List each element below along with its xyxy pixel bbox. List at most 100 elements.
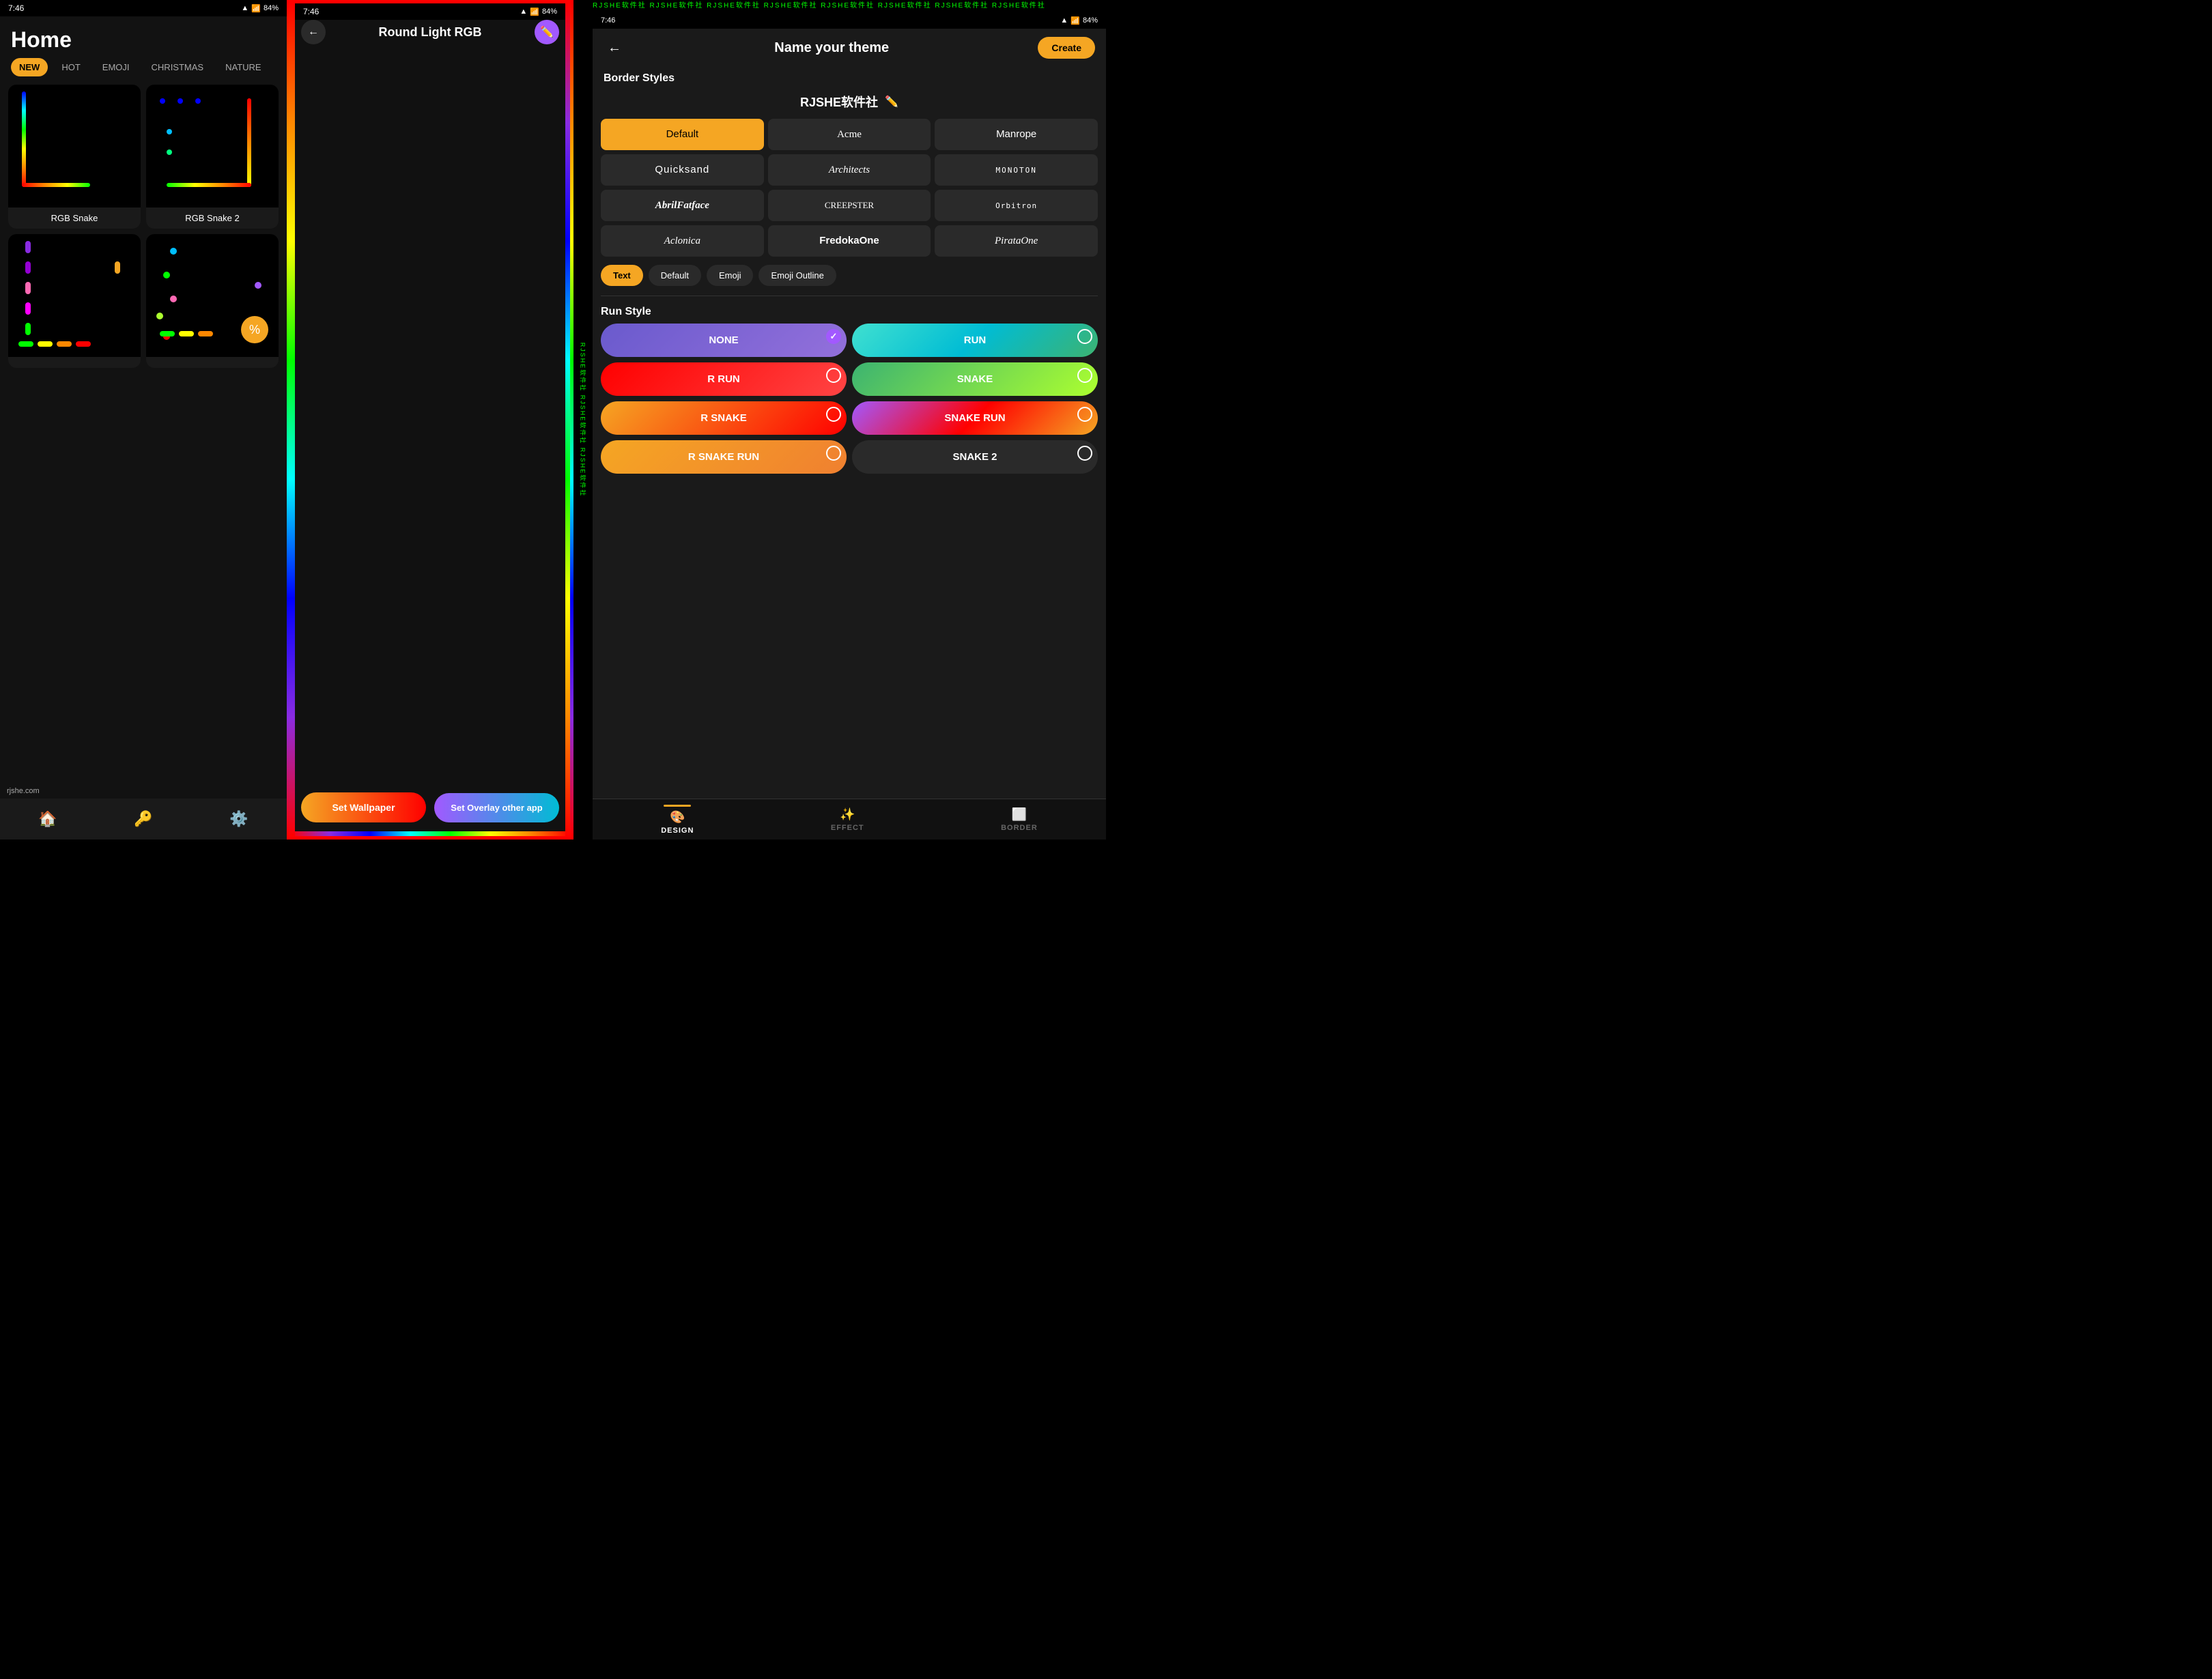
run-btn-rrun-label: R RUN [707,373,740,385]
font-monoton[interactable]: MONOTON [935,154,1098,186]
home-status-icons: ▲ 📶 84% [241,4,279,13]
card-4[interactable]: % [146,234,279,368]
tab-christmas[interactable]: CHRISTMAS [143,58,212,76]
tab-new[interactable]: NEW [11,58,48,76]
font-architects[interactable]: Architects [768,154,931,186]
font-abril[interactable]: AbrilFatface [601,190,764,221]
fab-icon: % [249,323,260,337]
snake-line-bottom [22,183,90,187]
preview-back-button[interactable]: ← [301,20,326,44]
font-quicksand-label: Quicksand [655,164,709,175]
font-manrope[interactable]: Manrope [935,119,1098,150]
border-styles-label: Border Styles [593,67,1106,87]
card-rgb-snake[interactable]: RGB Snake [8,85,141,229]
top-watermark-bar: RJSHE软件社 RJSHE软件社 RJSHE软件社 RJSHE软件社 RJSH… [593,0,1106,12]
snake2-line-v [247,98,251,187]
brand-edit-icon[interactable]: ✏️ [885,95,898,109]
run-btn-none[interactable]: NONE ✓ [601,324,847,357]
preview-header: ← Round Light RGB ✏️ [290,20,570,44]
font-aclonica[interactable]: Aclonica [601,225,764,257]
run-btn-snakerun[interactable]: SNAKE RUN [852,401,1098,435]
battery-icon: 84% [264,4,279,12]
font-acme[interactable]: Acme [768,119,931,150]
nav-home[interactable]: 🏠 [38,810,57,828]
editor-bottom-tab-bar: 🎨 DESIGN ✨ EFFECT ⬜ BORDER [593,799,1106,840]
tab-border[interactable]: ⬜ BORDER [987,803,1051,836]
dot-purple [25,241,31,253]
run-btn-snake-label: SNAKE [957,373,993,385]
watermark-strip: RJSHE软件社 RJSHE软件社 RJSHE软件社 [573,0,593,840]
card4-dot4 [156,313,163,319]
text-style-default[interactable]: Default [649,265,701,286]
design-icon: 🎨 [670,810,685,824]
watermark-text: rjshe.com [7,787,40,795]
font-default[interactable]: Default [601,119,764,150]
editor-back-icon: ← [608,40,621,56]
nav-key[interactable]: 🔑 [134,810,152,828]
font-aclonica-label: Aclonica [664,235,700,246]
home-panel: 7:46 ▲ 📶 84% Home NEW HOT EMOJI CHRISTMA… [0,0,287,840]
run-rsnakerun-check [826,446,841,461]
text-style-emoji[interactable]: Emoji [707,265,754,286]
font-pirata-label: PirataOne [995,235,1038,246]
card-3[interactable] [8,234,141,368]
card4-dot2 [163,272,170,278]
dot-3 [195,98,201,104]
create-button[interactable]: Create [1038,37,1095,59]
card4-dot6 [255,282,261,289]
brand-name: RJSHE软件社 [800,93,878,111]
card4-bottom-dots [160,331,213,336]
run-btn-snakerun-label: SNAKE RUN [944,412,1005,424]
run-btn-rsnakerun[interactable]: R SNAKE RUN [601,440,847,474]
card4-dot3 [170,296,177,302]
text-style-text[interactable]: Text [601,265,643,286]
effect-icon: ✨ [840,807,855,822]
home-bottom-nav: 🏠 🔑 ⚙️ [0,799,287,840]
card4-dot1 [170,248,177,255]
rgb-snake2-preview [146,85,279,207]
font-fredoka[interactable]: FredokaOne [768,225,931,257]
p-signal-icon: ▲ [520,8,527,16]
preview-time: 7:46 [303,7,319,16]
editor-back-button[interactable]: ← [604,37,625,59]
home-icon: 🏠 [38,810,57,828]
home-status-bar: 7:46 ▲ 📶 84% [0,0,287,16]
font-creepster[interactable]: CREEPSTER [768,190,931,221]
font-manrope-label: Manrope [996,128,1036,140]
set-overlay-button[interactable]: Set Overlay other app [434,793,559,822]
run-btn-rsnake[interactable]: R SNAKE [601,401,847,435]
card4-preview-area: % [146,234,279,357]
signal-icon: ▲ [241,4,249,12]
tab-design[interactable]: 🎨 DESIGN [647,801,707,839]
tab-nature[interactable]: NATURE [217,58,269,76]
snake2-line-h [167,183,251,187]
card3-preview-area [8,234,141,357]
card-rgb-snake2[interactable]: RGB Snake 2 [146,85,279,229]
font-abril-label: AbrilFatface [655,200,709,211]
run-run-check [1077,329,1092,344]
text-style-emoji-outline[interactable]: Emoji Outline [758,265,836,286]
preview-title: Round Light RGB [379,25,482,40]
preview-panel: 7:46 ▲ 📶 84% ← Round Light RGB ✏️ Set Wa… [287,0,573,840]
font-pirata[interactable]: PirataOne [935,225,1098,257]
font-default-label: Default [666,128,699,140]
run-btn-snake[interactable]: SNAKE [852,362,1098,396]
set-wallpaper-button[interactable]: Set Wallpaper [301,792,426,822]
font-orbitron[interactable]: Orbitron [935,190,1098,221]
dot-violet [25,261,31,274]
run-btn-snake2[interactable]: SNAKE 2 [852,440,1098,474]
run-btn-run[interactable]: RUN [852,324,1098,357]
tab-effect[interactable]: ✨ EFFECT [817,803,878,836]
font-creepster-label: CREEPSTER [825,200,874,210]
tab-hot[interactable]: HOT [53,58,88,76]
dots-left-col [25,241,31,335]
run-btn-rrun[interactable]: R RUN [601,362,847,396]
card-4-label [146,357,279,368]
dot-flat-4 [76,341,91,347]
dot-lime [25,323,31,335]
nav-settings[interactable]: ⚙️ [229,810,248,828]
font-quicksand[interactable]: Quicksand [601,154,764,186]
card4-fab[interactable]: % [241,316,268,343]
preview-edit-button[interactable]: ✏️ [535,20,559,44]
tab-emoji[interactable]: EMOJI [94,58,138,76]
